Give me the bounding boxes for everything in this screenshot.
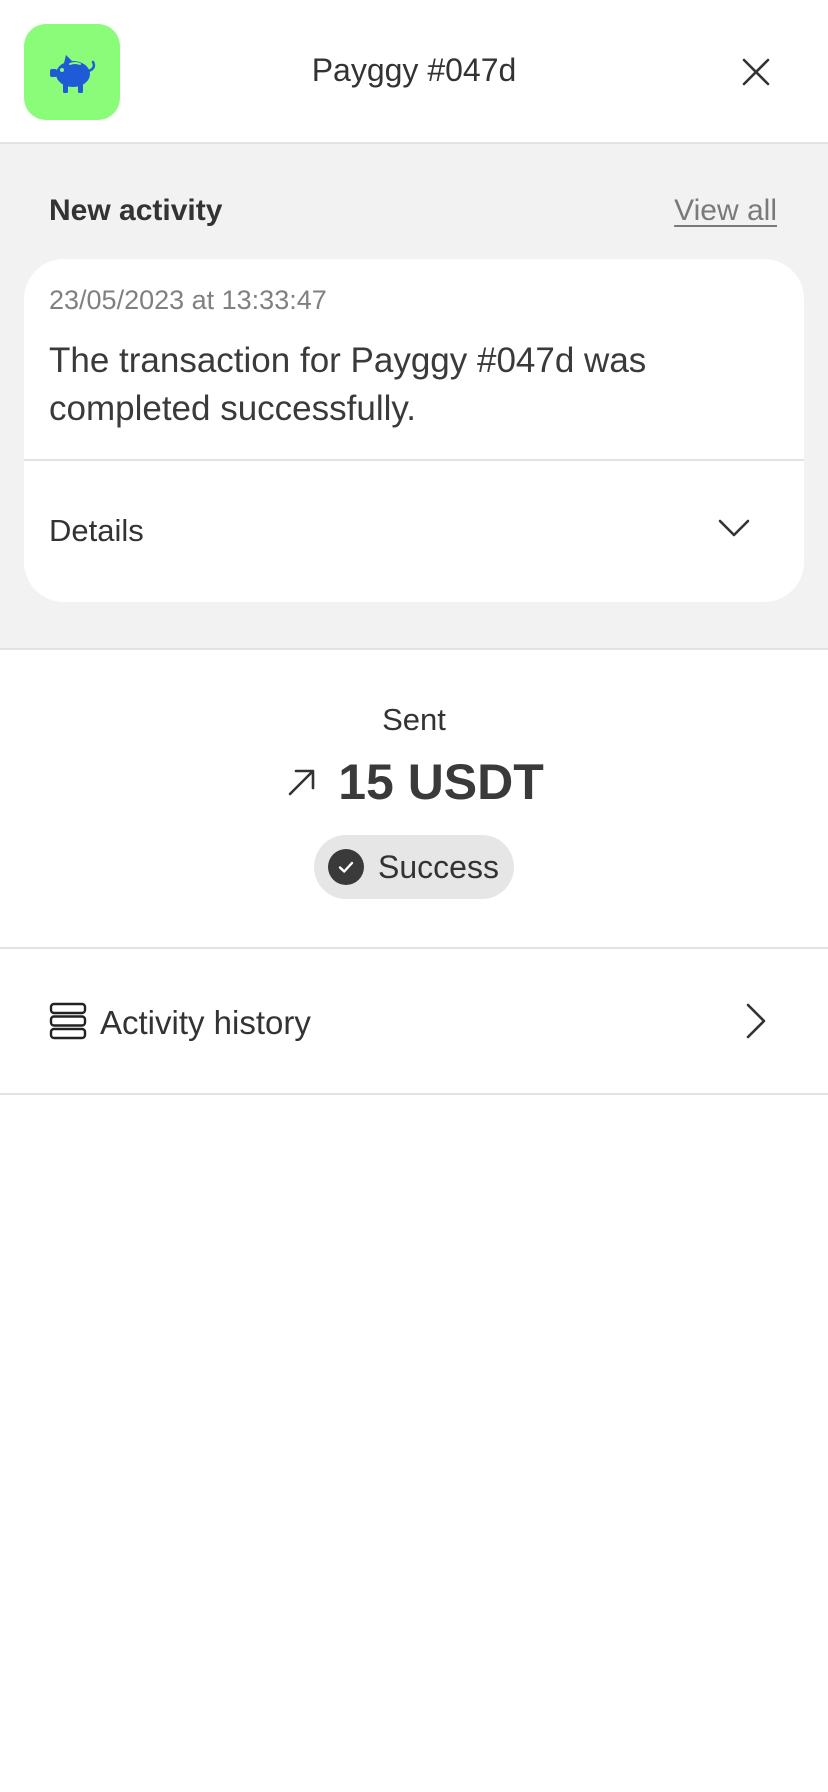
arrow-up-right-icon <box>284 764 320 800</box>
list-icon <box>49 1002 87 1040</box>
status-label: Success <box>378 848 499 885</box>
direction-label: Sent <box>382 702 446 737</box>
transaction-summary: Sent 15 USDT Success <box>0 650 828 949</box>
new-activity-section: New activity View all 23/05/2023 at 13:3… <box>0 144 828 650</box>
section-title: New activity <box>49 194 223 227</box>
header: Payggy #047d <box>0 0 828 144</box>
status-badge: Success <box>314 835 514 899</box>
activity-message: The transaction for Payggy #047d was com… <box>49 341 647 428</box>
view-all-link[interactable]: View all <box>674 194 777 228</box>
amount-row: 15 USDT <box>0 750 828 814</box>
close-button[interactable] <box>728 44 784 100</box>
activity-history-label: Activity history <box>100 1004 311 1041</box>
activity-card: 23/05/2023 at 13:33:47 The transaction f… <box>24 259 804 602</box>
details-toggle[interactable]: Details <box>24 461 804 602</box>
chevron-right-icon <box>746 1003 766 1039</box>
activity-timestamp: 23/05/2023 at 13:33:47 <box>49 285 327 315</box>
page-title: Payggy #047d <box>311 52 517 88</box>
close-icon <box>742 58 770 86</box>
chevron-down-icon <box>718 519 750 537</box>
amount-value: 15 USDT <box>338 754 544 810</box>
check-circle-icon <box>328 849 364 885</box>
details-label: Details <box>49 513 144 548</box>
activity-history-row[interactable]: Activity history <box>0 949 828 1095</box>
transaction-screen: Payggy #047d New activity View all 23/05… <box>0 0 828 1792</box>
